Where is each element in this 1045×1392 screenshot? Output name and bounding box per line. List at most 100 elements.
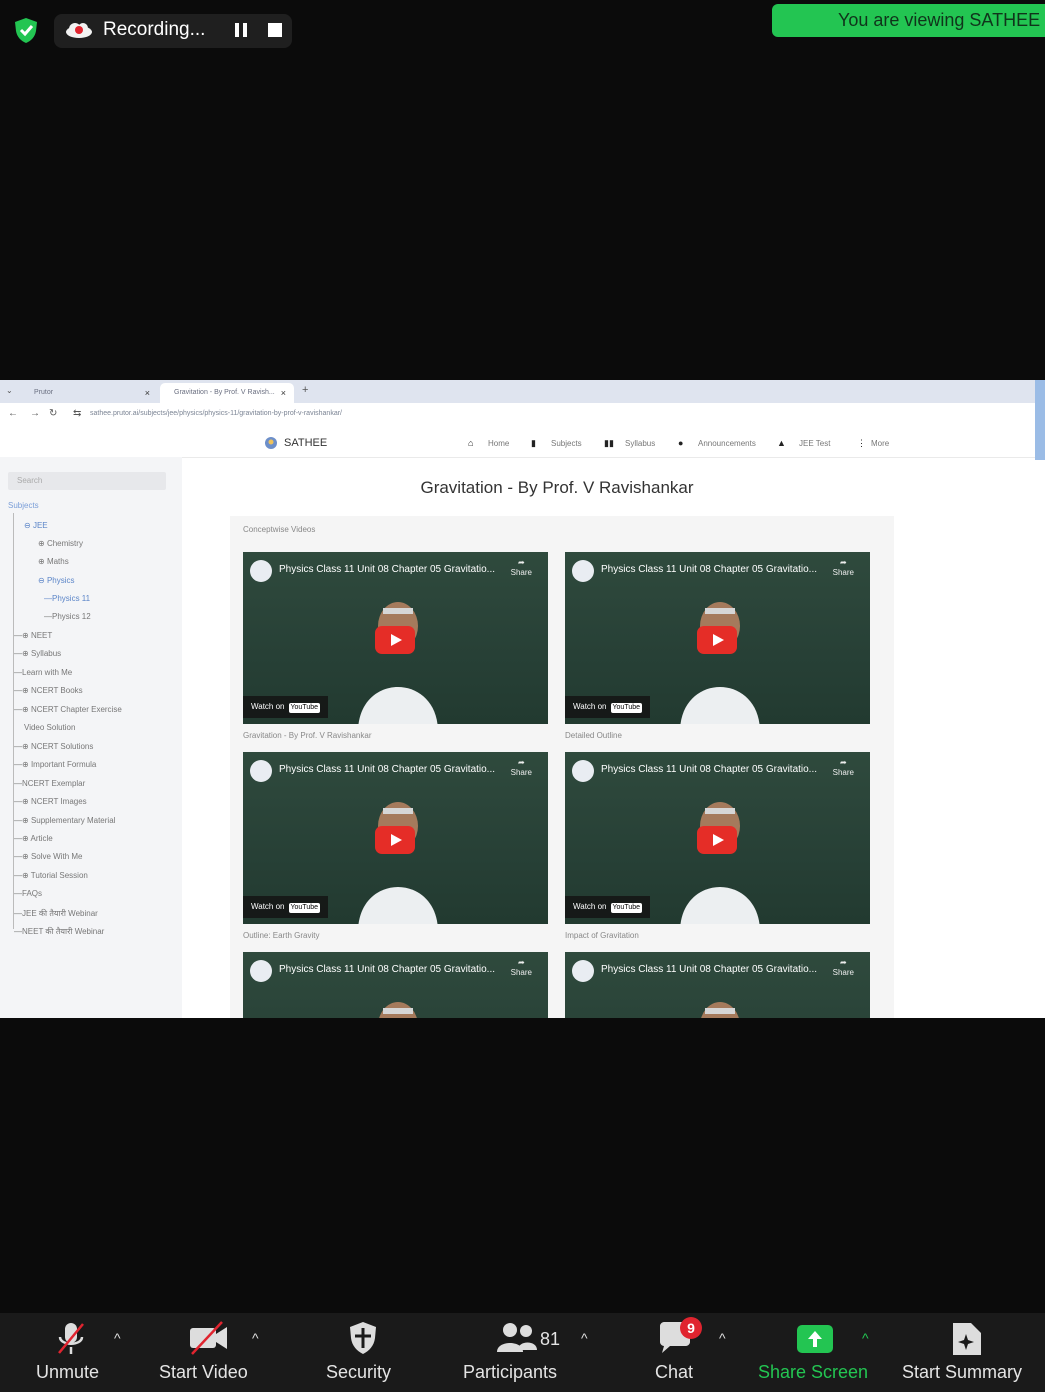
microphone-muted-icon[interactable] <box>54 1320 88 1358</box>
tree-item-video-solution[interactable]: Video Solution <box>24 723 75 732</box>
subjects-heading[interactable]: Subjects <box>8 501 39 510</box>
tree-item-ncert-books[interactable]: —⊕ NCERT Books <box>14 686 83 695</box>
subjects-icon[interactable]: ▮ <box>531 438 536 449</box>
share-icon[interactable]: ➦ Share <box>511 958 532 978</box>
share-icon[interactable]: ➦ Share <box>833 958 854 978</box>
graduation-cap-icon[interactable]: ▲ <box>777 438 786 448</box>
site-info-icon[interactable]: ⇆ <box>73 408 81 419</box>
tree-item-article[interactable]: —⊕ Article <box>14 834 53 843</box>
tree-item-ncert-exemplar[interactable]: —NCERT Exemplar <box>14 779 85 788</box>
tree-item-learn-with-me[interactable]: —Learn with Me <box>14 668 72 677</box>
tree-item-ncert-chapter-exercise[interactable]: —⊕ NCERT Chapter Exercise <box>14 705 122 714</box>
share-options-chevron-icon[interactable]: ^ <box>862 1330 869 1346</box>
video-title[interactable]: Physics Class 11 Unit 08 Chapter 05 Grav… <box>279 964 495 975</box>
tab-list-icon[interactable]: ⌄ <box>6 386 13 395</box>
video-embed[interactable]: Physics Class 11 Unit 08 Chapter 05 Grav… <box>565 952 870 1018</box>
syllabus-icon[interactable]: ▮▮ <box>604 438 614 449</box>
play-button[interactable] <box>697 826 737 854</box>
back-icon[interactable]: ← <box>8 408 18 419</box>
more-icon[interactable]: ⋮ <box>857 438 866 449</box>
tree-item-neet-webinar[interactable]: —NEET की तैयारी Webinar <box>14 926 104 937</box>
video-embed[interactable]: Physics Class 11 Unit 08 Chapter 05 Grav… <box>243 552 548 724</box>
audio-options-chevron-icon[interactable]: ^ <box>114 1330 121 1346</box>
nav-announcements[interactable]: Announcements <box>698 439 756 448</box>
tree-item-physics-12[interactable]: —Physics 12 <box>44 612 91 621</box>
nav-syllabus[interactable]: Syllabus <box>625 439 655 448</box>
security-icon[interactable] <box>347 1320 379 1356</box>
video-options-chevron-icon[interactable]: ^ <box>252 1330 259 1346</box>
stop-recording-button[interactable] <box>268 23 282 37</box>
nav-jee-test[interactable]: JEE Test <box>799 439 830 448</box>
tree-item-important-formula[interactable]: —⊕ Important Formula <box>14 760 96 769</box>
share-icon[interactable]: ➦ Share <box>511 758 532 778</box>
reload-icon[interactable]: ↻ <box>49 408 57 419</box>
forward-icon[interactable]: → <box>30 408 40 419</box>
share-screen-button[interactable]: Share Screen <box>758 1362 868 1383</box>
video-title[interactable]: Physics Class 11 Unit 08 Chapter 05 Grav… <box>601 564 817 575</box>
announcements-icon[interactable]: ● <box>678 438 683 448</box>
tree-item-ncert-images[interactable]: —⊕ NCERT Images <box>14 797 87 806</box>
security-button[interactable]: Security <box>326 1362 391 1383</box>
tree-item-maths[interactable]: ⊕ Maths <box>38 557 69 566</box>
tree-item-jee-webinar[interactable]: —JEE की तैयारी Webinar <box>14 908 98 919</box>
play-button[interactable] <box>375 826 415 854</box>
participants-button[interactable]: Participants <box>463 1362 557 1383</box>
video-embed[interactable]: Physics Class 11 Unit 08 Chapter 05 Grav… <box>243 752 548 924</box>
play-button[interactable] <box>697 626 737 654</box>
viewing-banner[interactable]: You are viewing SATHEE <box>772 4 1045 37</box>
url-field[interactable]: sathee.prutor.ai/subjects/jee/physics/ph… <box>90 410 342 417</box>
site-logo-text[interactable]: SATHEE <box>284 437 327 449</box>
start-summary-button[interactable]: Start Summary <box>902 1362 1022 1383</box>
channel-logo-icon[interactable] <box>250 760 272 782</box>
new-tab-icon[interactable]: + <box>302 384 308 396</box>
video-embed[interactable]: Physics Class 11 Unit 08 Chapter 05 Grav… <box>565 552 870 724</box>
play-button[interactable] <box>375 626 415 654</box>
tree-item-physics-11[interactable]: —Physics 11 <box>44 594 90 603</box>
share-icon[interactable]: ➦ Share <box>833 758 854 778</box>
video-embed[interactable]: Physics Class 11 Unit 08 Chapter 05 Grav… <box>565 752 870 924</box>
tree-item-faqs[interactable]: —FAQs <box>14 889 42 898</box>
watch-on-youtube-button[interactable]: Watch on YouTube <box>565 696 651 718</box>
nav-home[interactable]: Home <box>488 439 509 448</box>
share-screen-icon[interactable] <box>796 1324 834 1354</box>
unmute-button[interactable]: Unmute <box>36 1362 99 1383</box>
video-off-icon[interactable] <box>188 1320 230 1356</box>
tree-item-supplementary-material[interactable]: —⊕ Supplementary Material <box>14 816 115 825</box>
video-title[interactable]: Physics Class 11 Unit 08 Chapter 05 Grav… <box>279 764 495 775</box>
chat-options-chevron-icon[interactable]: ^ <box>719 1330 726 1346</box>
tree-item-physics[interactable]: ⊖ Physics <box>38 576 75 585</box>
channel-logo-icon[interactable] <box>572 560 594 582</box>
share-icon[interactable]: ➦ Share <box>511 558 532 578</box>
tree-item-solve-with-me[interactable]: —⊕ Solve With Me <box>14 852 83 861</box>
pause-recording-button[interactable] <box>232 21 250 39</box>
close-tab-icon[interactable]: × <box>281 383 286 403</box>
channel-logo-icon[interactable] <box>572 760 594 782</box>
tree-item-ncert-solutions[interactable]: —⊕ NCERT Solutions <box>14 742 93 751</box>
tree-item-syllabus[interactable]: —⊕ Syllabus <box>14 649 61 658</box>
close-tab-icon[interactable]: × <box>145 383 150 403</box>
security-shield-icon[interactable] <box>12 16 40 44</box>
tree-item-tutorial-session[interactable]: —⊕ Tutorial Session <box>14 871 88 880</box>
search-input[interactable]: Search <box>8 472 166 490</box>
nav-more[interactable]: More <box>871 439 889 448</box>
summary-document-icon[interactable] <box>950 1320 984 1358</box>
participants-icon[interactable] <box>496 1320 538 1354</box>
channel-logo-icon[interactable] <box>250 960 272 982</box>
participants-options-chevron-icon[interactable]: ^ <box>581 1330 588 1346</box>
channel-logo-icon[interactable] <box>250 560 272 582</box>
tree-item-chemistry[interactable]: ⊕ Chemistry <box>38 539 83 548</box>
video-title[interactable]: Physics Class 11 Unit 08 Chapter 05 Grav… <box>601 964 817 975</box>
share-icon[interactable]: ➦ Share <box>833 558 854 578</box>
video-embed[interactable]: Physics Class 11 Unit 08 Chapter 05 Grav… <box>243 952 548 1018</box>
nav-subjects[interactable]: Subjects <box>551 439 582 448</box>
tree-item-neet[interactable]: —⊕ NEET <box>14 631 52 640</box>
watch-on-youtube-button[interactable]: Watch on YouTube <box>243 696 329 718</box>
watch-on-youtube-button[interactable]: Watch on YouTube <box>243 896 329 918</box>
video-title[interactable]: Physics Class 11 Unit 08 Chapter 05 Grav… <box>601 764 817 775</box>
browser-tab-gravitation[interactable]: Gravitation - By Prof. V Ravish... × <box>160 383 294 403</box>
start-video-button[interactable]: Start Video <box>159 1362 248 1383</box>
channel-logo-icon[interactable] <box>572 960 594 982</box>
video-title[interactable]: Physics Class 11 Unit 08 Chapter 05 Grav… <box>279 564 495 575</box>
watch-on-youtube-button[interactable]: Watch on YouTube <box>565 896 651 918</box>
browser-tab-prutor[interactable]: Prutor × <box>20 383 158 403</box>
